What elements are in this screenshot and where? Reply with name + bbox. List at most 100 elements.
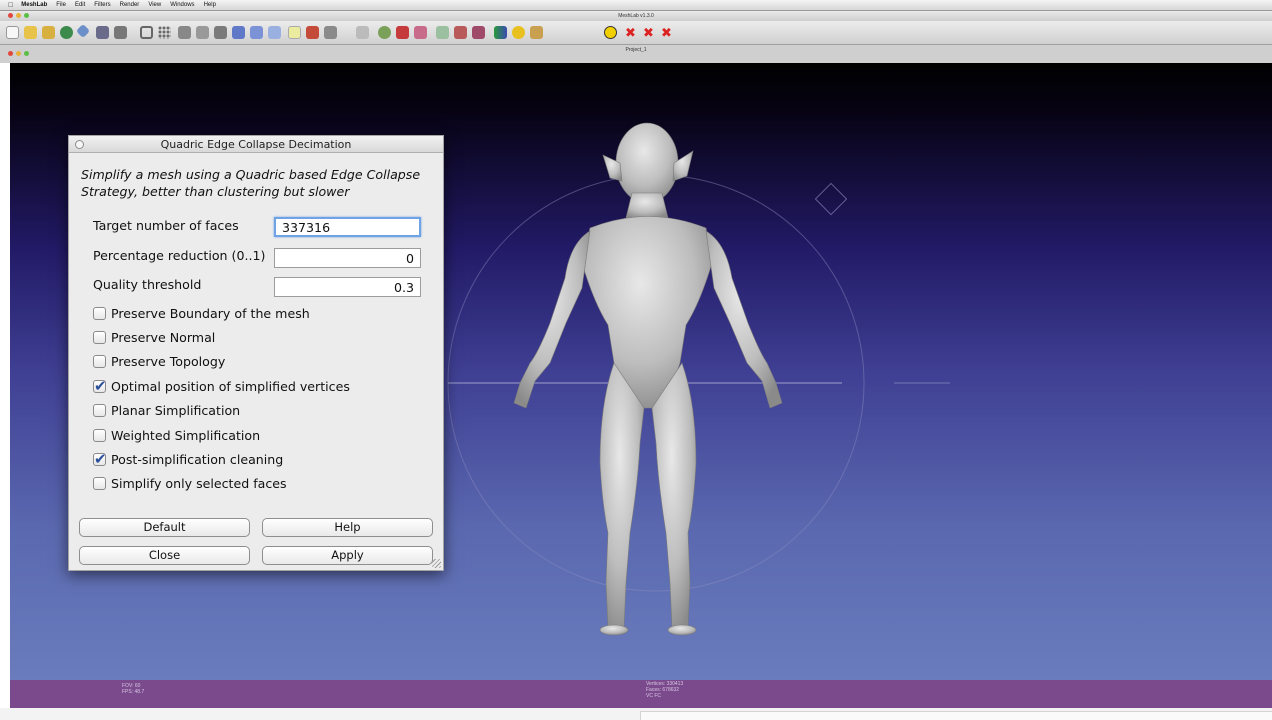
close-window-icon[interactable] [8, 13, 13, 18]
humanoid-mesh [513, 122, 783, 636]
menu-windows[interactable]: Windows [170, 2, 194, 8]
menu-app-name[interactable]: MeshLab [21, 2, 47, 8]
open-folder-icon[interactable] [24, 26, 37, 39]
select-faces-icon[interactable] [454, 26, 467, 39]
app-title-bar: MeshLab v1.3.0 [0, 11, 1272, 21]
menu-help[interactable]: Help [204, 2, 216, 8]
measure-icon[interactable] [378, 26, 391, 39]
help-button[interactable]: Help [262, 518, 433, 537]
decimation-dialog: Quadric Edge Collapse Decimation Simplif… [68, 135, 444, 571]
checkbox-box[interactable] [93, 307, 106, 320]
minimize-document-icon[interactable] [16, 51, 21, 56]
smooth-icon[interactable] [250, 26, 263, 39]
points-icon[interactable] [158, 26, 171, 39]
checkbox-box[interactable] [93, 331, 106, 344]
info-icon[interactable] [604, 26, 617, 39]
trackball-handle [814, 182, 848, 216]
minimize-window-icon[interactable] [16, 13, 21, 18]
reload-icon[interactable] [60, 26, 73, 39]
light-icon[interactable] [288, 26, 301, 39]
fps-readout: FPS: 48.7 [122, 689, 145, 695]
open-project-icon[interactable] [42, 26, 55, 39]
post-simplification-cleaning-checkbox[interactable]: Post-simplification cleaning [93, 450, 284, 468]
new-file-icon[interactable] [6, 26, 19, 39]
preserve-boundary-checkbox[interactable]: Preserve Boundary of the mesh [93, 306, 310, 321]
flat-lines-icon[interactable] [214, 26, 227, 39]
manipulator-icon[interactable] [530, 26, 543, 39]
optimal-position-checkbox[interactable]: Optimal position of simplified vertices [93, 377, 350, 395]
checkbox-label: Preserve Normal [111, 330, 216, 345]
checkbox-label: Preserve Topology [111, 354, 226, 369]
paint-icon[interactable] [396, 26, 409, 39]
dialog-close-icon[interactable] [75, 140, 84, 149]
hidden-lines-icon[interactable] [196, 26, 209, 39]
render-mode-readout: VC FC [646, 693, 661, 699]
checkbox-label: Optimal position of simplified vertices [111, 379, 350, 394]
align-icon[interactable] [414, 26, 427, 39]
import-icon[interactable] [75, 23, 91, 39]
checkbox-box[interactable] [93, 477, 106, 490]
preserve-topology-checkbox[interactable]: Preserve Topology [93, 354, 225, 369]
default-button[interactable]: Default [79, 518, 250, 537]
target-faces-label: Target number of faces [93, 218, 239, 233]
delete-faces-icon[interactable]: ✖ [624, 26, 637, 39]
window-controls [8, 13, 29, 18]
annotation-icon[interactable] [512, 26, 525, 39]
percentage-reduction-label: Percentage reduction (0..1) [93, 248, 266, 263]
layers-icon[interactable] [324, 26, 337, 39]
select-icon[interactable] [356, 26, 369, 39]
zoom-document-icon[interactable] [24, 51, 29, 56]
close-button[interactable]: Close [79, 546, 250, 565]
dialog-title-bar: Quadric Edge Collapse Decimation [69, 136, 443, 153]
document-title-bar: Project_1 [0, 45, 1272, 63]
checkbox-box[interactable] [93, 355, 106, 368]
toolbar: ✖ ✖ ✖ [0, 21, 1272, 45]
flat-icon[interactable] [232, 26, 245, 39]
delete-vertices-icon[interactable]: ✖ [642, 26, 655, 39]
resize-grip-icon[interactable] [432, 559, 441, 568]
checkbox-box[interactable] [93, 377, 107, 395]
select-vertices-icon[interactable] [472, 26, 485, 39]
weighted-simplification-checkbox[interactable]: Weighted Simplification [93, 428, 260, 443]
wireframe-icon[interactable] [178, 26, 191, 39]
document-title: Project_1 [625, 47, 647, 53]
dialog-description: Simplify a mesh using a Quadric based Ed… [81, 167, 421, 199]
planar-simplification-checkbox[interactable]: Planar Simplification [93, 403, 240, 418]
snapshot-icon[interactable] [114, 26, 127, 39]
save-icon[interactable] [96, 26, 109, 39]
app-title: MeshLab v1.3.0 [618, 13, 654, 19]
apply-button[interactable]: Apply [262, 546, 433, 565]
status-bar: FOV: 60 FPS: 48.7 Vertices: 330413 Faces… [10, 680, 1272, 708]
bounding-box-icon[interactable] [140, 26, 153, 39]
checkbox-label: Post-simplification cleaning [111, 452, 284, 467]
simplify-selected-faces-checkbox[interactable]: Simplify only selected faces [93, 476, 287, 491]
quality-threshold-label: Quality threshold [93, 277, 202, 292]
menu-filters[interactable]: Filters [94, 2, 110, 8]
color-icon[interactable] [306, 26, 319, 39]
menu-edit[interactable]: Edit [75, 2, 85, 8]
bottom-strip [0, 708, 1272, 720]
checkbox-box[interactable] [93, 429, 106, 442]
dialog-title: Quadric Edge Collapse Decimation [160, 138, 352, 151]
percentage-reduction-input[interactable] [274, 248, 421, 268]
target-faces-input[interactable] [274, 217, 421, 237]
quality-threshold-input[interactable] [274, 277, 421, 297]
delete-all-icon[interactable]: ✖ [660, 26, 673, 39]
menu-render[interactable]: Render [120, 2, 140, 8]
checkbox-box[interactable] [93, 404, 106, 417]
zoom-window-icon[interactable] [24, 13, 29, 18]
pick-points-icon[interactable] [436, 26, 449, 39]
log-panel [640, 711, 1272, 720]
preserve-normal-checkbox[interactable]: Preserve Normal [93, 330, 215, 345]
texture-icon[interactable] [268, 26, 281, 39]
menu-file[interactable]: File [56, 2, 66, 8]
quality-mapper-icon[interactable] [494, 26, 507, 39]
document-window-controls [8, 51, 29, 56]
apple-menu-icon[interactable]:  [8, 2, 13, 9]
menu-view[interactable]: View [148, 2, 161, 8]
checkbox-label: Weighted Simplification [111, 428, 261, 443]
checkbox-label: Preserve Boundary of the mesh [111, 306, 310, 321]
checkbox-box[interactable] [93, 450, 107, 468]
menubar:  MeshLab File Edit Filters Render View … [0, 0, 1272, 11]
close-document-icon[interactable] [8, 51, 13, 56]
